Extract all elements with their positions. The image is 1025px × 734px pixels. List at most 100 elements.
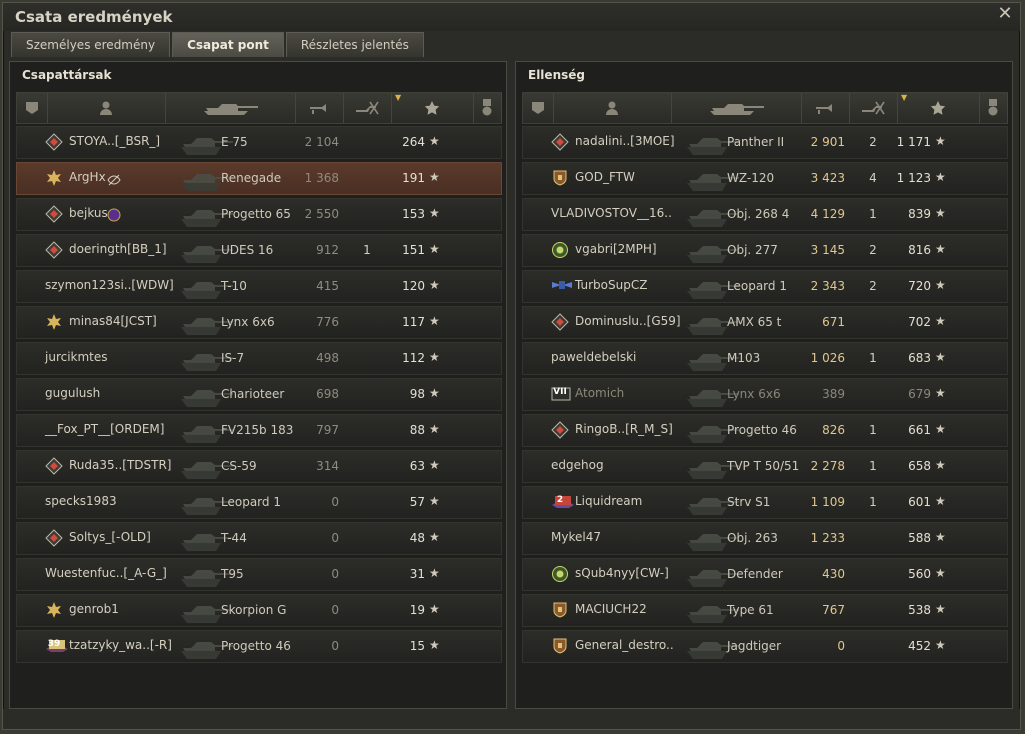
damage-column-icon <box>308 101 330 115</box>
xp-value: 679 <box>908 387 931 401</box>
star-icon: ★ <box>429 386 440 400</box>
player-row[interactable]: jurcikmtes IS-7 498 112 ★ <box>16 342 502 375</box>
player-row[interactable]: Wuestenfuc..[_A-G_] T95 0 31 ★ <box>16 558 502 591</box>
player-row[interactable]: minas84[JCST] Lynx 6x6 776 117 ★ <box>16 306 502 339</box>
player-row[interactable]: ArgHx Renegade 1 368 191 ★ <box>16 162 502 195</box>
vehicle-name: T-44 <box>221 531 247 545</box>
gold-emblem-icon <box>45 601 63 619</box>
allies-header-damage[interactable] <box>295 93 344 123</box>
allies-header-kills[interactable] <box>343 93 392 123</box>
vehicle-name: Leopard 1 <box>727 279 787 293</box>
player-row[interactable]: bejkus Progetto 65 2 550 153 ★ <box>16 198 502 231</box>
damage-value: 698 <box>316 387 339 401</box>
allies-header-xp[interactable]: ▼ <box>391 93 474 123</box>
star-icon: ★ <box>935 494 946 508</box>
rank-badge-icon <box>45 205 63 223</box>
player-row[interactable]: 2 Liquidream Strv S1 1 109 1 601 ★ <box>522 486 1008 519</box>
damage-value: 2 104 <box>304 135 339 149</box>
badge-level-text: 39 <box>47 639 61 649</box>
player-row[interactable]: Dominuslu..[G59] AMX 65 t 671 702 ★ <box>522 306 1008 339</box>
xp-value: 117 <box>402 315 425 329</box>
badge-level-text: VII <box>553 387 567 397</box>
allies-header-vehicle[interactable] <box>165 93 296 123</box>
tab-detailed-report[interactable]: Részletes jelentés <box>285 32 424 57</box>
vehicle-name: TVP T 50/51 <box>727 459 800 473</box>
player-name: TurboSupCZ <box>575 278 648 292</box>
enemies-header-damage[interactable] <box>801 93 850 123</box>
player-row[interactable]: szymon123si..[WDW] T-10 415 120 ★ <box>16 270 502 303</box>
star-icon: ★ <box>935 242 946 256</box>
enemies-header-vehicle[interactable] <box>671 93 802 123</box>
star-icon: ★ <box>429 458 440 472</box>
enemies-header-xp[interactable]: ▼ <box>897 93 980 123</box>
damage-value: 0 <box>331 495 339 509</box>
enemies-header-medals[interactable] <box>979 93 1008 123</box>
player-row[interactable]: edgehog TVP T 50/51 2 278 1 658 ★ <box>522 450 1008 483</box>
player-row[interactable]: genrob1 Skorpion G 0 19 ★ <box>16 594 502 627</box>
tab-personal-result[interactable]: Személyes eredmény <box>11 32 171 57</box>
player-row[interactable]: doeringth[BB_1] UDES 16 912 1 151 ★ <box>16 234 502 267</box>
player-row[interactable]: __Fox_PT__[ORDEM] FV215b 183 797 88 ★ <box>16 414 502 447</box>
player-row[interactable]: Soltys_[-OLD] T-44 0 48 ★ <box>16 522 502 555</box>
tab-team-score[interactable]: Csapat pont <box>172 32 284 57</box>
vehicle-name: IS-7 <box>221 351 245 365</box>
damage-value: 0 <box>331 639 339 653</box>
allies-panel: Csapattársak ▼ STOYA..[_BSR_] E 75 2 104 26… <box>9 61 507 709</box>
player-row[interactable]: Ruda35..[TDSTR] CS-59 314 63 ★ <box>16 450 502 483</box>
vehicle-name: Strv S1 <box>727 495 771 509</box>
damage-value: 389 <box>822 387 845 401</box>
star-icon: ★ <box>429 530 440 544</box>
tab-bar: Személyes eredmény Csapat pont Részletes… <box>11 32 426 58</box>
damage-value: 314 <box>316 459 339 473</box>
star-icon: ★ <box>429 314 440 328</box>
player-row[interactable]: STOYA..[_BSR_] E 75 2 104 264 ★ <box>16 126 502 159</box>
damage-value: 3 423 <box>810 171 845 185</box>
window-title: Csata eredmények <box>15 8 173 26</box>
enemies-header-kills[interactable] <box>849 93 898 123</box>
player-row[interactable]: MACIUCH22 Type 61 767 538 ★ <box>522 594 1008 627</box>
player-name: General_destro.. <box>575 638 674 652</box>
player-row[interactable]: gugulush Charioteer 698 98 ★ <box>16 378 502 411</box>
xp-value: 120 <box>402 279 425 293</box>
green-emblem-icon <box>551 241 569 259</box>
xp-value: 452 <box>908 639 931 653</box>
star-icon: ★ <box>429 242 440 256</box>
player-row[interactable]: TurboSupCZ Leopard 12 343 2 720 ★ <box>522 270 1008 303</box>
player-row[interactable]: sQub4nyy[CW-] Defender 430 560 ★ <box>522 558 1008 591</box>
star-icon: ★ <box>935 566 946 580</box>
enemies-header-player[interactable] <box>553 93 672 123</box>
sort-indicator-icon: ▼ <box>901 93 908 102</box>
allies-header-rank[interactable] <box>17 93 48 123</box>
player-row[interactable]: vgabri[2MPH] Obj. 277 3 145 2 816 ★ <box>522 234 1008 267</box>
player-row[interactable]: VII Atomich Lynx 6x6 389 679 ★ <box>522 378 1008 411</box>
allies-header-medals[interactable] <box>473 93 502 123</box>
shield-badge-icon <box>551 601 569 619</box>
damage-value: 2 550 <box>304 207 339 221</box>
damage-value: 2 901 <box>810 135 845 149</box>
player-column-icon <box>98 100 114 116</box>
star-icon: ★ <box>935 386 946 400</box>
damage-value: 1 233 <box>810 531 845 545</box>
player-row[interactable]: specks1983 Leopard 1 0 57 ★ <box>16 486 502 519</box>
player-row[interactable]: nadalini..[3MOE] Panther II 2 901 2 1 171 ★ <box>522 126 1008 159</box>
xp-value: 560 <box>908 567 931 581</box>
star-icon: ★ <box>935 134 946 148</box>
badge-level-text: 2 <box>556 495 564 505</box>
player-row[interactable]: GOD_FTW WZ-120 3 423 4 1 123 ★ <box>522 162 1008 195</box>
xp-value: 720 <box>908 279 931 293</box>
damage-value: 430 <box>822 567 845 581</box>
player-name: VLADIVOSTOV__16.. <box>551 206 672 220</box>
vehicle-name: Defender <box>727 567 783 581</box>
close-icon[interactable]: ✕ <box>996 5 1014 23</box>
player-row[interactable]: Mykel47 Obj. 263 1 233 588 ★ <box>522 522 1008 555</box>
player-name: tzatzyky_wa..[-R] <box>69 638 172 652</box>
player-row[interactable]: 39 tzatzyky_wa..[-R] Progetto 46 0 15 ★ <box>16 630 502 663</box>
xp-value: 264 <box>402 135 425 149</box>
player-row[interactable]: RingoB..[R_M_S] Progetto 46 826 1 661 ★ <box>522 414 1008 447</box>
player-row[interactable]: VLADIVOSTOV__16.. Obj. 268 44 129 1 839 ★ <box>522 198 1008 231</box>
player-name: Ruda35..[TDSTR] <box>69 458 172 472</box>
player-row[interactable]: paweldebelski M103 1 026 1 683 ★ <box>522 342 1008 375</box>
enemies-header-rank[interactable] <box>523 93 554 123</box>
allies-header-player[interactable] <box>47 93 166 123</box>
player-row[interactable]: General_destro.. Jagdtiger 0 452 ★ <box>522 630 1008 663</box>
